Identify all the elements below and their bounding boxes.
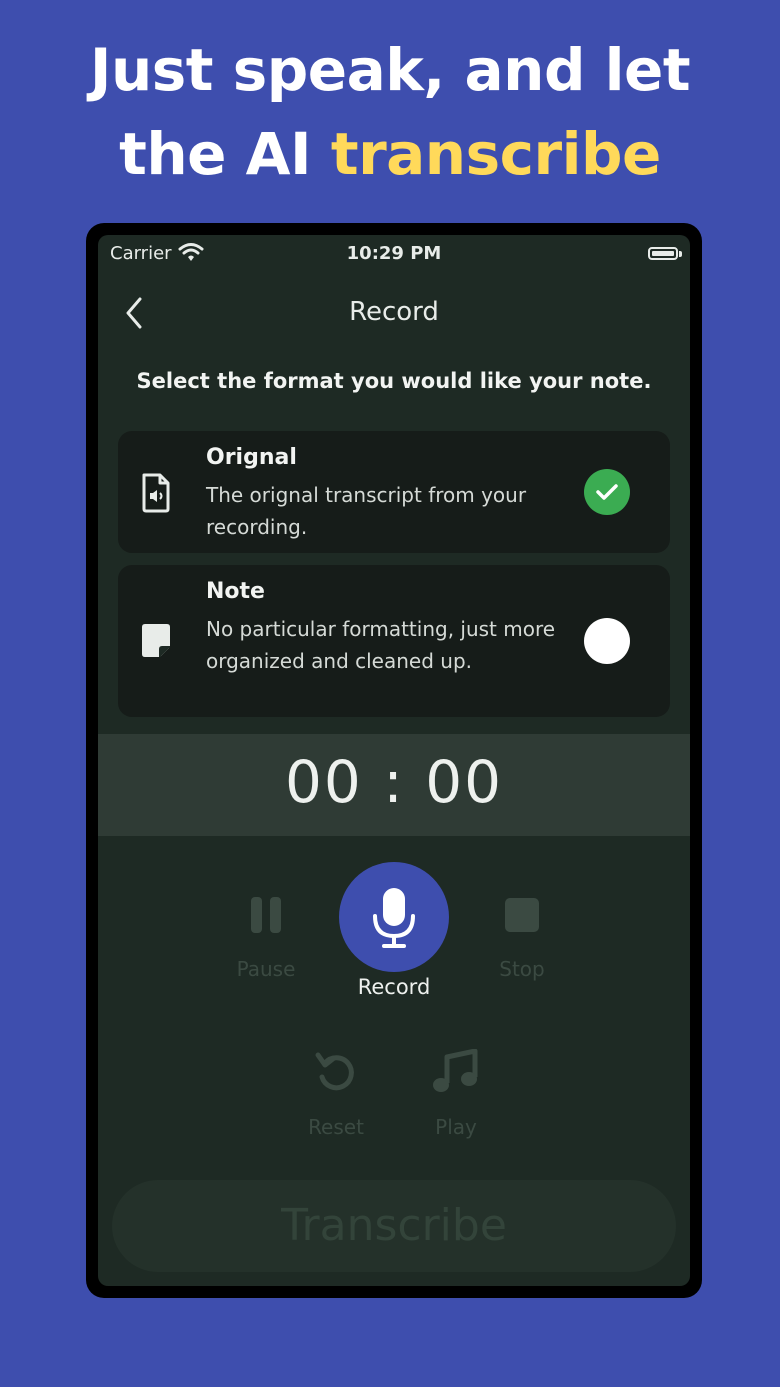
- format-option-note[interactable]: Note No particular formatting, just more…: [118, 565, 670, 717]
- timer-panel: 00 : 00: [98, 734, 690, 836]
- pause-icon: [251, 897, 281, 933]
- format-title: Note: [206, 579, 265, 604]
- stop-icon: [505, 898, 539, 932]
- checkmark-icon: [596, 484, 618, 500]
- format-title: Orignal: [206, 445, 297, 470]
- unselected-radio-icon[interactable]: [584, 618, 630, 664]
- format-prompt: Select the format you would like your no…: [136, 369, 652, 393]
- status-time: 10:29 PM: [346, 243, 442, 264]
- microphone-icon: [373, 888, 415, 948]
- play-button[interactable]: Play: [414, 1049, 498, 1139]
- format-description: The orignal transcript from your recordi…: [206, 483, 527, 539]
- reset-button[interactable]: Reset: [294, 1049, 378, 1139]
- format-option-original[interactable]: Orignal The orignal transcript from your…: [118, 431, 670, 553]
- reset-label: Reset: [308, 1115, 364, 1139]
- stop-label: Stop: [499, 957, 545, 981]
- pause-button[interactable]: Pause: [226, 895, 306, 981]
- page-title: Record: [349, 297, 439, 327]
- format-description: No particular formatting, just more orga…: [206, 617, 556, 673]
- headline-line-2: the AI transcribe: [0, 112, 780, 196]
- headline-accent: transcribe: [330, 120, 662, 188]
- audio-file-icon: [142, 473, 170, 513]
- headline: Just speak, and let the AI transcribe: [0, 28, 780, 196]
- record-button[interactable]: [339, 862, 449, 972]
- play-label: Play: [435, 1115, 477, 1139]
- headline-line-1: Just speak, and let: [89, 36, 691, 104]
- timer-display: 00 : 00: [284, 748, 504, 816]
- headline-line-2-prefix: the AI: [119, 120, 331, 188]
- status-bar: Carrier 10:29 PM: [98, 235, 690, 275]
- battery-icon: [648, 247, 678, 260]
- phone-frame: Carrier 10:29 PM Record Select the forma…: [86, 223, 702, 1298]
- music-note-icon: [433, 1049, 478, 1092]
- app-screen: Carrier 10:29 PM Record Select the forma…: [98, 235, 690, 1286]
- selected-check-icon[interactable]: [584, 469, 630, 515]
- record-label: Record: [357, 975, 431, 999]
- stop-button[interactable]: Stop: [482, 895, 562, 981]
- transcribe-button[interactable]: Transcribe: [112, 1180, 676, 1272]
- reset-icon: [315, 1052, 354, 1091]
- sticky-note-icon: [142, 624, 170, 657]
- battery-cap: [679, 251, 682, 257]
